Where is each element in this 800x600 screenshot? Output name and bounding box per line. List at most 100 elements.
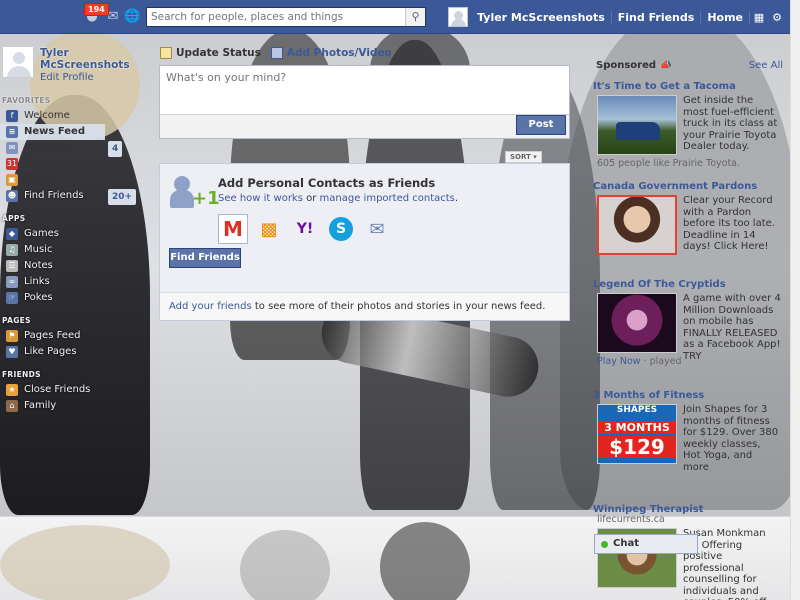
or-text: or [302,193,320,204]
sidebar-item-family[interactable]: ⌂ Family [0,398,150,414]
yahoo-icon[interactable]: Y! [290,214,320,244]
ad-cryptids[interactable]: Legend Of The Cryptids A game with over … [593,279,785,374]
ad-image[interactable] [597,195,677,255]
jewels: 194 ● ✉ 🌐 [84,3,142,27]
avatar[interactable] [448,7,469,27]
search-input[interactable] [147,8,402,26]
sort-button[interactable]: SORT ▾ [505,151,542,163]
sidebar-item-label: Games [24,228,59,239]
apps-heading: APPS [2,214,26,223]
favorites-heading: FAVORITES [2,96,51,105]
sidebar-item-label: Like Pages [24,346,77,357]
sidebar-item-photos[interactable]: ▣ Photos [0,172,150,188]
sidebar-item-messages[interactable]: ✉ Messages 4 [0,140,150,157]
poke-icon: ☞ [6,292,18,304]
ad-title[interactable]: Canada Government Pardons [593,181,785,192]
edit-profile-link[interactable]: Edit Profile [40,72,94,83]
sidebar-item-music[interactable]: ♫ Music [0,242,150,258]
profile-picture[interactable] [2,46,34,78]
ad-domain: lifecurrents.ca [597,514,665,525]
play-now-link[interactable]: Play Now [597,356,641,367]
sidebar-item-close-friends[interactable]: ★ Close Friends [0,382,150,398]
how-it-works-link[interactable]: See how it works [218,193,303,204]
ad-social-context: 605 people like Prairie Toyota. [597,158,741,169]
friend-count-badge: 20+ [108,189,137,205]
messages-icon: ✉ [6,142,18,154]
ad-title[interactable]: It's Time to Get a Tacoma [593,81,785,92]
status-input[interactable] [160,66,569,115]
sidebar-item-news-feed[interactable]: ≡ News Feed [0,124,105,140]
sidebar-item-notes[interactable]: ☰ Notes [0,258,150,274]
sidebar-item-label: Pages Feed [24,330,81,341]
ad-image[interactable]: SHAPES 3 MONTHS $129 [597,404,677,464]
find-friends-link[interactable]: Find Friends [612,10,702,24]
sidebar-item-label: Messages [24,142,74,153]
find-contacts-title: Add Personal Contacts as Friends [218,176,436,190]
sponsored-heading: Sponsored 📣 [596,60,672,71]
photos-icon: ▣ [6,174,18,186]
chat-tab[interactable]: Chat [594,534,698,554]
sidebar-item-label: Welcome [24,110,70,121]
sidebar-item-like-pages[interactable]: ♥ Like Pages [0,344,150,360]
online-status-icon [601,541,608,548]
notifications-icon[interactable]: 🌐 [124,10,140,24]
sidebar-item-welcome[interactable]: f Welcome [0,108,150,124]
add-friends-link[interactable]: Add your friends [169,301,252,312]
other-email-icon[interactable]: ✉ [362,214,392,244]
sidebar-item-games[interactable]: ◆ Games [0,226,150,242]
sidebar-item-label: Music [24,244,53,255]
skype-icon[interactable]: S [329,217,353,241]
sidebar-item-pokes[interactable]: ☞ Pokes [0,290,150,306]
profile-link[interactable]: Tyler McScreenshots [471,10,612,24]
ad-tacoma[interactable]: It's Time to Get a Tacoma Get inside the… [593,81,785,171]
games-icon: ◆ [6,228,18,240]
sidebar-item-label: Links [24,276,50,287]
ad-title[interactable]: 3 Months of Fitness [593,390,785,401]
music-icon: ♫ [6,244,18,256]
sidebar-item-label: News Feed [24,126,85,137]
search-box: ⚲ [146,7,426,27]
news-feed-icon: ≡ [6,126,18,138]
ad-text: Join Shapes for 3 months of fitness for … [683,404,779,473]
sidebar-item-label: Close Friends [24,384,91,395]
manage-contacts-link[interactable]: manage imported contacts [320,193,455,204]
background-figure [240,530,330,600]
ad-fitness[interactable]: 3 Months of Fitness SHAPES 3 MONTHS $129… [593,390,785,490]
gear-icon[interactable]: ⚙ [768,11,786,24]
ad-title[interactable]: Legend Of The Cryptids [593,279,785,290]
privacy-shortcuts-icon[interactable]: ▦ [750,11,768,24]
ad-image[interactable] [597,293,677,353]
like-icon: ♥ [6,346,18,358]
ad-image-price: $129 [598,436,676,458]
profile-name[interactable]: Tyler McScreenshots [40,47,130,71]
ad-text: Clear your Record with a Pardon before i… [683,195,775,252]
add-friend-icon: +1 [170,174,220,212]
update-status-label: Update Status [176,47,261,59]
unread-count-badge: 4 [108,141,123,157]
update-status-tab[interactable]: Update Status [160,47,261,59]
sidebar-item-find-friends[interactable]: ☻ Find Friends 20+ [0,188,150,205]
ad-image[interactable] [597,95,677,155]
ad-text: A game with over 4 Million Downloads on … [683,293,781,362]
find-contacts-subtitle: See how it works or manage imported cont… [218,193,458,204]
add-photos-tab[interactable]: Add Photos/Video [270,47,392,59]
sidebar-item-links[interactable]: ∞ Links [0,274,150,290]
home-link[interactable]: Home [701,10,750,24]
find-friends-button[interactable]: Find Friends [169,248,241,268]
friends-heading: FRIENDS [2,370,41,379]
ad-pardons[interactable]: Canada Government Pardons Clear your Rec… [593,181,785,271]
see-all-link[interactable]: See All [749,60,783,71]
sidebar-item-label: Family [24,400,57,411]
link-icon: ∞ [6,276,18,288]
background-figure [380,522,470,600]
hotmail-icon[interactable]: ▩ [254,214,284,244]
post-button[interactable]: Post [516,115,566,135]
gmail-icon[interactable]: M [218,214,248,244]
sidebar-item-events[interactable]: 31 Events [0,156,150,172]
sidebar-item-pages-feed[interactable]: ⚑ Pages Feed [0,328,150,344]
facebook-icon: f [6,110,18,122]
scrollbar[interactable] [790,0,800,600]
search-icon[interactable]: ⚲ [405,8,425,26]
ad-image-brand: SHAPES [616,405,658,415]
find-contacts-footer: Add your friends to see more of their ph… [160,292,569,320]
